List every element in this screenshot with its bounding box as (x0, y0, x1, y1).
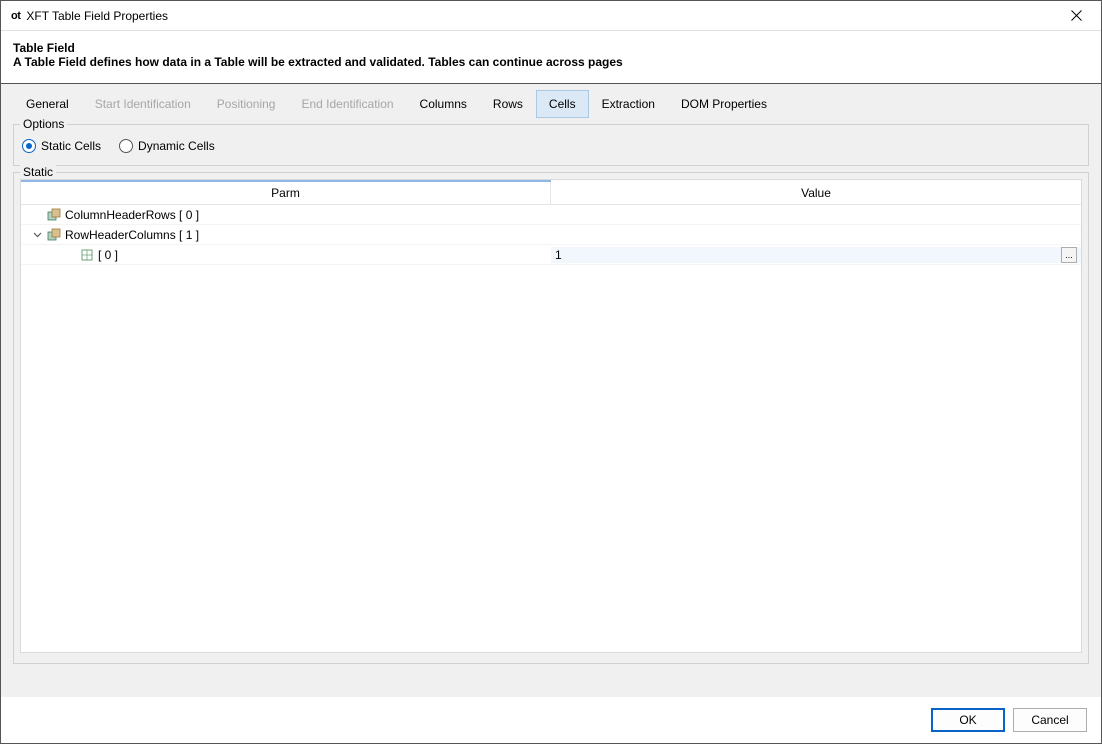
ok-button[interactable]: OK (931, 708, 1005, 732)
tab-general[interactable]: General (13, 90, 82, 118)
radio-icon (119, 139, 133, 153)
static-cells-label: Static Cells (41, 139, 101, 153)
table-row[interactable]: ColumnHeaderRows [ 0 ] (21, 205, 1081, 225)
tab-extraction[interactable]: Extraction (589, 90, 668, 118)
static-legend: Static (20, 165, 56, 179)
chevron-down-icon[interactable] (31, 229, 43, 241)
tree-table: Parm Value ColumnHeaderRows [ 0 ] RowHead… (20, 179, 1082, 653)
param-label: [ 0 ] (98, 248, 118, 262)
radio-icon (22, 139, 36, 153)
content-area: GeneralStart IdentificationPositioningEn… (1, 84, 1101, 739)
tree-body: ColumnHeaderRows [ 0 ] RowHeaderColumns [… (21, 205, 1081, 652)
value-cell[interactable]: 1 (555, 248, 562, 262)
tab-rows[interactable]: Rows (480, 90, 536, 118)
param-label: ColumnHeaderRows [ 0 ] (65, 208, 199, 222)
close-icon (1071, 10, 1082, 21)
tab-cells[interactable]: Cells (536, 90, 589, 118)
page-description: A Table Field defines how data in a Tabl… (13, 55, 1089, 69)
titlebar: ot XFT Table Field Properties (1, 1, 1101, 31)
tab-bar: GeneralStart IdentificationPositioningEn… (13, 84, 1089, 118)
dynamic-cells-radio[interactable]: Dynamic Cells (119, 139, 215, 153)
tab-dom-properties[interactable]: DOM Properties (668, 90, 780, 118)
window-title: XFT Table Field Properties (26, 9, 1061, 23)
close-button[interactable] (1061, 1, 1091, 31)
options-fieldset: Options Static Cells Dynamic Cells (13, 124, 1089, 166)
cancel-button[interactable]: Cancel (1013, 708, 1087, 732)
page-title: Table Field (13, 41, 1089, 55)
table-row[interactable]: [ 0 ] 1... (21, 245, 1081, 265)
dialog-footer: OK Cancel (1, 697, 1101, 743)
static-cells-radio[interactable]: Static Cells (22, 139, 101, 153)
param-label: RowHeaderColumns [ 1 ] (65, 228, 199, 242)
param-group-icon (47, 208, 61, 222)
tab-end-identification: End Identification (288, 90, 406, 118)
tab-start-identification: Start Identification (82, 90, 204, 118)
tab-columns[interactable]: Columns (407, 90, 480, 118)
app-icon: ot (11, 10, 20, 22)
col-header-parm[interactable]: Parm (21, 182, 551, 204)
table-row[interactable]: RowHeaderColumns [ 1 ] (21, 225, 1081, 245)
param-group-icon (47, 228, 61, 242)
dynamic-cells-label: Dynamic Cells (138, 139, 215, 153)
more-button[interactable]: ... (1061, 247, 1077, 263)
tree-header: Parm Value (21, 182, 1081, 205)
param-item-icon (80, 248, 94, 262)
static-fieldset: Static Parm Value ColumnHeaderRows [ 0 ]… (13, 172, 1089, 664)
options-legend: Options (20, 117, 67, 131)
col-header-value[interactable]: Value (551, 182, 1081, 204)
tab-positioning: Positioning (204, 90, 289, 118)
header-section: Table Field A Table Field defines how da… (1, 31, 1101, 84)
